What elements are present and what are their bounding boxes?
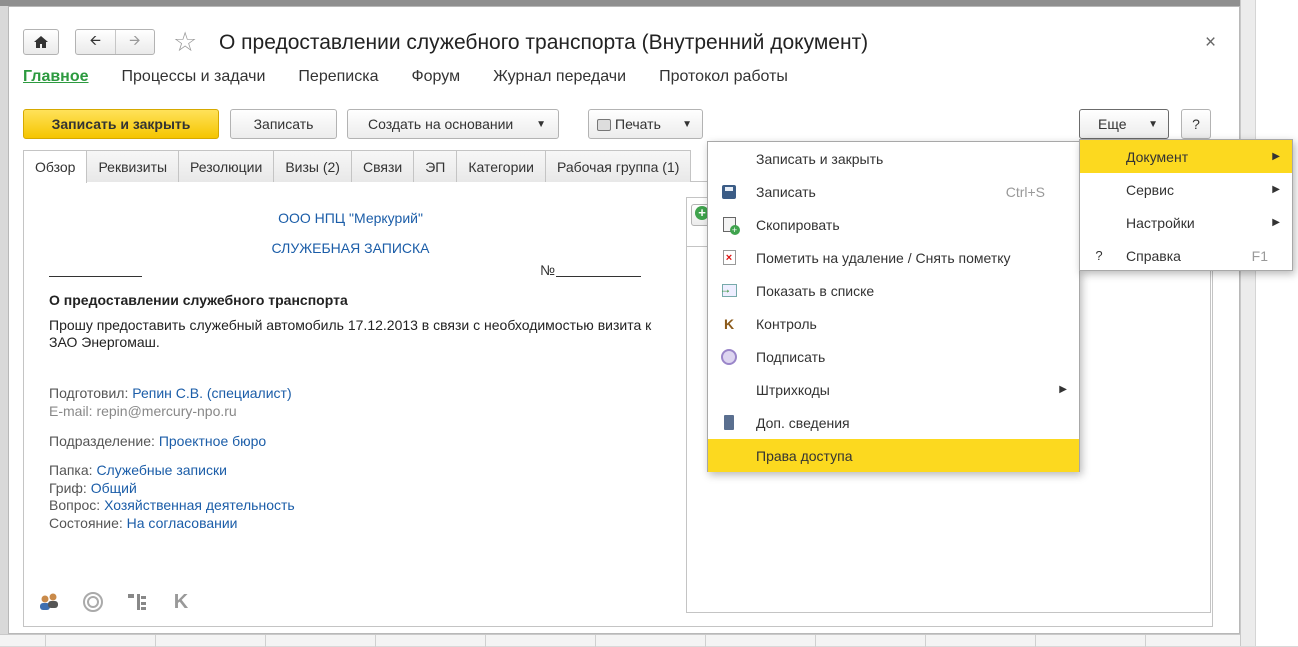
disk-icon xyxy=(722,184,736,199)
more-submenu: Документ ▶ Сервис ▶ Настройки ▶ ? Справк… xyxy=(1079,139,1293,271)
history-nav: 🡨 🡪 xyxy=(75,29,155,55)
submenu-item-settings[interactable]: Настройки ▶ xyxy=(1080,206,1292,239)
sign-icon[interactable] xyxy=(81,590,105,614)
chevron-right-icon: ▶ xyxy=(1272,217,1280,228)
number-line xyxy=(556,276,641,277)
home-button[interactable] xyxy=(23,29,59,55)
close-icon[interactable]: × xyxy=(1205,32,1216,54)
help-question-icon: ? xyxy=(1095,248,1103,263)
menu-item-mark-delete[interactable]: × Пометить на удаление / Снять пометку xyxy=(708,241,1079,274)
nav-forum[interactable]: Форум xyxy=(411,68,460,86)
menu-item-copy[interactable]: Скопировать xyxy=(708,208,1079,241)
delete-mark-icon: × xyxy=(722,250,736,265)
chevron-down-icon: ▼ xyxy=(682,118,692,130)
nav-main[interactable]: Главное xyxy=(23,68,89,86)
menu-item-access-rights[interactable]: Права доступа xyxy=(708,439,1079,472)
tab-links[interactable]: Связи xyxy=(350,150,415,182)
tab-ep[interactable]: ЭП xyxy=(413,150,458,182)
submenu-item-service[interactable]: Сервис ▶ xyxy=(1080,173,1292,206)
state-row: Состояние: На согласовании xyxy=(49,515,238,531)
memo-type: СЛУЖЕБНАЯ ЗАПИСКА xyxy=(271,240,430,256)
nav-correspondence[interactable]: Переписка xyxy=(298,68,378,86)
copy-icon xyxy=(722,217,740,235)
help-button[interactable]: ? xyxy=(1181,109,1211,139)
menu-item-save-close[interactable]: Записать и закрыть xyxy=(708,142,1079,175)
division-row: Подразделение: Проектное бюро xyxy=(49,433,267,449)
menu-item-barcodes[interactable]: Штрихкоды ▶ xyxy=(708,373,1079,406)
prepared-row: Подготовил: Репин С.В. (специалист) xyxy=(49,385,292,401)
tab-requisites[interactable]: Реквизиты xyxy=(86,150,180,182)
more-button[interactable]: Еще ▼ xyxy=(1079,109,1169,139)
tab-visas[interactable]: Визы (2) xyxy=(273,150,352,182)
nav-transfer-log[interactable]: Журнал передачи xyxy=(493,68,626,86)
folder-row: Папка: Служебные записки xyxy=(49,462,227,478)
tab-categories[interactable]: Категории xyxy=(456,150,546,182)
chevron-down-icon: ▼ xyxy=(536,118,546,130)
menu-item-extra-info[interactable]: Доп. сведения xyxy=(708,406,1079,439)
tab-work-group[interactable]: Рабочая группа (1) xyxy=(545,150,692,182)
submenu-item-document[interactable]: Документ ▶ xyxy=(1080,140,1292,173)
info-icon xyxy=(724,415,734,430)
document-body: Прошу предоставить служебный автомобиль … xyxy=(49,317,652,350)
show-in-list-icon xyxy=(720,282,737,297)
section-nav: Главное Процессы и задачи Переписка Фору… xyxy=(23,68,821,86)
nav-processes[interactable]: Процессы и задачи xyxy=(122,68,266,86)
sign-icon xyxy=(721,348,737,365)
menu-item-sign[interactable]: Подписать xyxy=(708,340,1079,373)
date-line xyxy=(49,276,142,277)
folder-link[interactable]: Служебные записки xyxy=(96,462,226,478)
document-preview: ООО НПЦ "Меркурий" СЛУЖЕБНАЯ ЗАПИСКА № О… xyxy=(23,182,678,614)
create-based-on-label: Создать на основании xyxy=(368,116,514,132)
structure-icon[interactable] xyxy=(125,590,149,614)
division-link[interactable]: Проектное бюро xyxy=(159,433,266,449)
save-and-close-button[interactable]: Записать и закрыть xyxy=(23,109,219,139)
printer-icon xyxy=(597,119,611,131)
window-title: О предоставлении служебного транспорта (… xyxy=(219,31,869,54)
background-bottom-grid xyxy=(0,634,1240,647)
email-row: E-mail: repin@mercury-npo.ru xyxy=(49,403,237,419)
tab-overview[interactable]: Обзор xyxy=(23,150,88,183)
question-link[interactable]: Хозяйственная деятельность xyxy=(104,497,295,513)
menu-item-show-in-list[interactable]: Показать в списке xyxy=(708,274,1079,307)
save-button[interactable]: Записать xyxy=(230,109,337,139)
submenu-item-help[interactable]: ? Справка F1 xyxy=(1080,239,1292,272)
tab-resolutions[interactable]: Резолюции xyxy=(178,150,275,182)
organization-name: ООО НПЦ "Меркурий" xyxy=(278,210,423,226)
nav-work-protocol[interactable]: Протокол работы xyxy=(659,68,788,86)
prepared-link[interactable]: Репин С.В. (специалист) xyxy=(132,385,291,401)
chevron-right-icon: ▶ xyxy=(1272,151,1280,162)
create-based-on-button[interactable]: Создать на основании ▼ xyxy=(347,109,559,139)
state-link[interactable]: На согласовании xyxy=(127,515,238,531)
control-k-icon: K xyxy=(723,315,735,332)
forward-button[interactable]: 🡪 xyxy=(114,30,155,54)
more-menu: Записать и закрыть Записать Ctrl+S Скопи… xyxy=(707,141,1080,472)
menu-item-save[interactable]: Записать Ctrl+S xyxy=(708,175,1079,208)
number-label: № xyxy=(540,262,556,278)
arrow-left-icon: 🡨 xyxy=(89,32,101,48)
users-icon[interactable] xyxy=(37,590,61,614)
document-subject: О предоставлении служебного транспорта xyxy=(49,292,348,308)
print-label: Печать xyxy=(615,116,661,132)
arrow-right-icon: 🡪 xyxy=(129,32,141,48)
home-icon xyxy=(34,36,48,48)
chevron-down-icon: ▼ xyxy=(1148,118,1158,130)
chevron-right-icon: ▶ xyxy=(1272,184,1280,195)
document-action-icons: K xyxy=(37,590,193,614)
back-button[interactable]: 🡨 xyxy=(76,30,115,54)
background-right-strip xyxy=(1240,0,1298,646)
more-label: Еще xyxy=(1098,116,1127,132)
grif-link[interactable]: Общий xyxy=(91,480,137,496)
menu-item-control[interactable]: K Контроль xyxy=(708,307,1079,340)
question-row: Вопрос: Хозяйственная деятельность xyxy=(49,497,295,513)
content-tabs: Обзор Реквизиты Резолюции Визы (2) Связи… xyxy=(23,150,692,183)
chevron-right-icon: ▶ xyxy=(1059,384,1067,395)
grif-row: Гриф: Общий xyxy=(49,480,137,496)
favorite-star-icon[interactable]: ☆ xyxy=(173,27,197,57)
control-k-icon[interactable]: K xyxy=(169,590,193,614)
print-button[interactable]: Печать ▼ xyxy=(588,109,703,139)
